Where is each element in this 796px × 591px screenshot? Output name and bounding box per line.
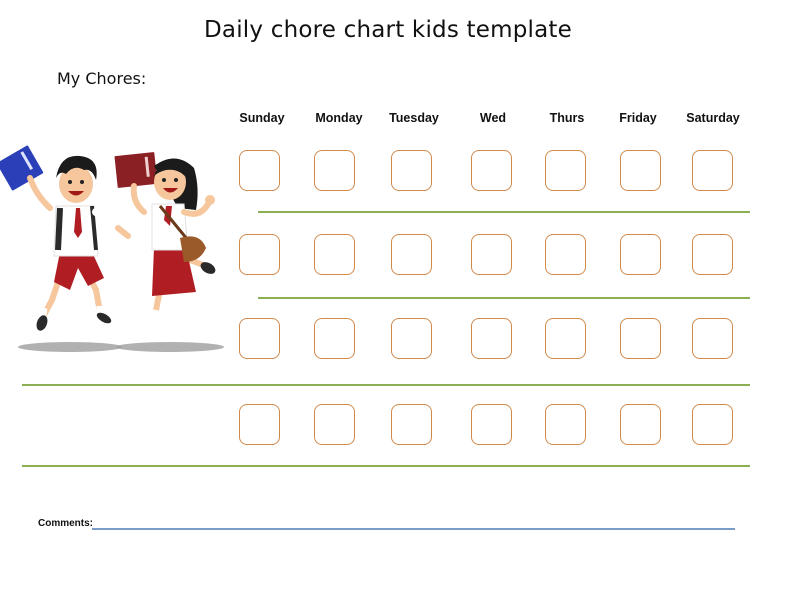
day-header-saturday: Saturday — [686, 111, 740, 125]
chores-heading: My Chores: — [57, 69, 147, 88]
chore-checkbox-row4-friday[interactable] — [620, 404, 661, 445]
page-title: Daily chore chart kids template — [204, 17, 572, 43]
row-divider — [22, 465, 750, 467]
chore-checkbox-row2-sunday[interactable] — [239, 234, 280, 275]
chore-checkbox-row1-monday[interactable] — [314, 150, 355, 191]
chore-checkbox-row3-monday[interactable] — [314, 318, 355, 359]
chore-checkbox-row3-wed[interactable] — [471, 318, 512, 359]
chore-checkbox-row2-friday[interactable] — [620, 234, 661, 275]
row-divider — [258, 297, 750, 299]
chore-checkbox-row1-sunday[interactable] — [239, 150, 280, 191]
chore-checkbox-row2-tuesday[interactable] — [391, 234, 432, 275]
chore-checkbox-row3-friday[interactable] — [620, 318, 661, 359]
chore-checkbox-row1-saturday[interactable] — [692, 150, 733, 191]
boy-shadow — [18, 342, 122, 352]
chore-checkbox-row4-thurs[interactable] — [545, 404, 586, 445]
boy-figure — [0, 145, 131, 331]
comments-field[interactable] — [92, 528, 735, 530]
chore-checkbox-row1-wed[interactable] — [471, 150, 512, 191]
chore-checkbox-row2-wed[interactable] — [471, 234, 512, 275]
chore-checkbox-row4-monday[interactable] — [314, 404, 355, 445]
row-divider — [22, 384, 750, 386]
chore-checkbox-row1-thurs[interactable] — [545, 150, 586, 191]
red-book-icon — [114, 152, 158, 188]
day-header-tuesday: Tuesday — [389, 111, 439, 125]
chore-checkbox-row2-thurs[interactable] — [545, 234, 586, 275]
chore-checkbox-row4-tuesday[interactable] — [391, 404, 432, 445]
girl-shadow — [116, 342, 224, 352]
chore-checkbox-row2-saturday[interactable] — [692, 234, 733, 275]
chore-checkbox-row4-saturday[interactable] — [692, 404, 733, 445]
chore-checkbox-row3-saturday[interactable] — [692, 318, 733, 359]
row-divider — [258, 211, 750, 213]
chore-checkbox-row1-tuesday[interactable] — [391, 150, 432, 191]
chore-checkbox-row4-sunday[interactable] — [239, 404, 280, 445]
chore-checkbox-row3-tuesday[interactable] — [391, 318, 432, 359]
chore-checkbox-row4-wed[interactable] — [471, 404, 512, 445]
chore-checkbox-row3-thurs[interactable] — [545, 318, 586, 359]
chore-checkbox-row2-monday[interactable] — [314, 234, 355, 275]
kids-jumping-illustration — [0, 145, 224, 352]
chore-checkbox-row3-sunday[interactable] — [239, 318, 280, 359]
girl-figure — [114, 152, 216, 311]
comments-label: Comments: — [38, 518, 94, 529]
chore-checkbox-row1-friday[interactable] — [620, 150, 661, 191]
